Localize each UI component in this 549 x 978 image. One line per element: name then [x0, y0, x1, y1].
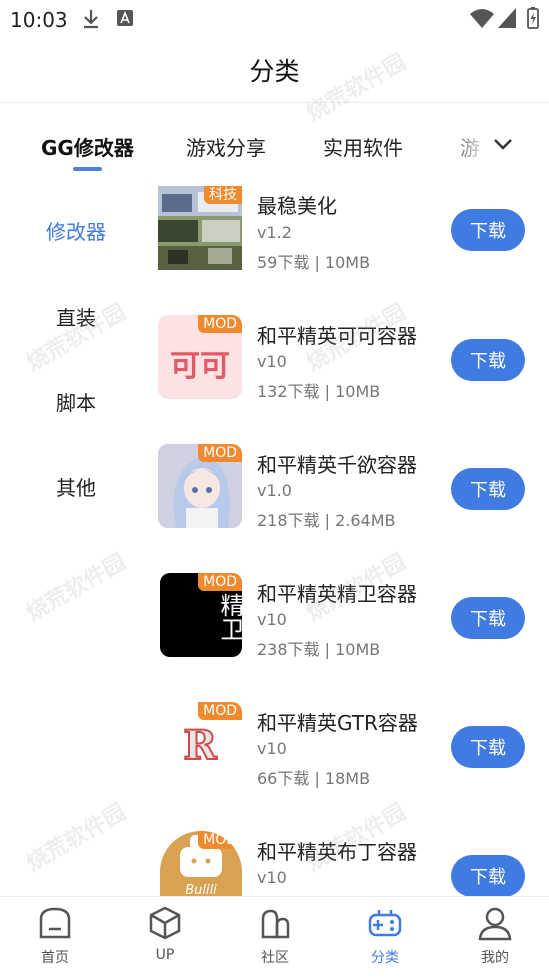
app-version: v10	[257, 868, 287, 887]
app-thumbnail: MOD	[158, 444, 242, 528]
community-icon	[261, 909, 290, 939]
sidebar-item-modifier[interactable]: 修改器	[0, 216, 152, 245]
download-button[interactable]: 下载	[451, 209, 525, 251]
tech-badge: 科技	[204, 186, 242, 204]
nav-community-label: 社区	[261, 950, 289, 966]
mod-badge: MOD	[198, 444, 242, 462]
app-name: 和平精英精卫容器	[257, 582, 417, 606]
nav-mine-label: 我的	[481, 950, 509, 966]
download-button[interactable]: 下载	[451, 597, 525, 639]
app-version: v10	[257, 352, 287, 371]
download-button[interactable]: 下载	[451, 468, 525, 510]
signal-icon	[498, 8, 516, 28]
sidebar-item-other[interactable]: 其他	[0, 472, 152, 501]
app-thumbnail: 科技	[158, 186, 242, 270]
app-stats: 218下载 | 2.64MB	[257, 511, 396, 530]
nav-community[interactable]: 社区	[220, 897, 330, 978]
status-bar: 10:03	[0, 0, 549, 38]
sidebar-item-direct-install[interactable]: 直装	[0, 302, 152, 331]
download-icon	[84, 10, 98, 29]
buding-logo: Bulili	[185, 883, 217, 896]
home-icon	[39, 907, 71, 939]
battery-icon	[527, 7, 539, 29]
app-version: v10	[257, 739, 287, 758]
tab-utility-software[interactable]: 实用软件	[323, 132, 403, 161]
list-item[interactable]: 精卫 MOD 和平精英精卫容器 v10 238下载 | 10MB 下载	[152, 573, 549, 683]
tabs-fade	[440, 118, 490, 176]
keke-logo: 可可	[170, 349, 230, 384]
app-stats: 66下载 | 18MB	[257, 769, 371, 788]
bottom-nav: 首页 UP 社区 分类 我的	[0, 896, 549, 978]
app-version: v1.2	[257, 223, 292, 242]
mod-badge: MOD	[198, 831, 242, 849]
nav-up[interactable]: UP	[110, 897, 220, 978]
app-list: 科技 最稳美化 v1.2 59下载 | 10MB 下载 可可 MOD 和平精英可…	[152, 186, 549, 896]
download-button[interactable]: 下载	[451, 339, 525, 381]
nav-mine[interactable]: 我的	[440, 897, 549, 978]
mod-badge: MOD	[198, 702, 242, 720]
download-button[interactable]: 下载	[451, 726, 525, 768]
sidebar-item-script[interactable]: 脚本	[0, 387, 152, 416]
app-stats: 132下载 | 10MB	[257, 382, 381, 401]
gamepad-icon	[368, 910, 402, 937]
list-item[interactable]: 科技 最稳美化 v1.2 59下载 | 10MB 下载	[152, 186, 549, 296]
list-item[interactable]: 可可 MOD 和平精英可可容器 v10 132下载 | 10MB 下载	[152, 315, 549, 425]
list-item[interactable]: MOD 和平精英千欲容器 v1.0 218下载 | 2.64MB 下载	[152, 444, 549, 554]
mod-badge: MOD	[198, 315, 242, 333]
list-item[interactable]: R MOD 和平精英GTR容器 v10 66下载 | 18MB 下载	[152, 702, 549, 812]
sidebar: 修改器 直装 脚本 其他	[0, 186, 152, 896]
chevron-down-icon[interactable]	[492, 136, 514, 152]
nav-category-label: 分类	[371, 950, 399, 966]
page-title: 分类	[249, 57, 300, 86]
nav-category[interactable]: 分类	[330, 897, 440, 978]
app-name: 和平精英GTR容器	[257, 711, 418, 735]
jingwei-logo: 精卫	[216, 593, 242, 641]
download-button[interactable]: 下载	[451, 855, 525, 896]
cube-icon	[149, 906, 181, 940]
status-time: 10:03	[10, 8, 68, 32]
app-name: 和平精英千欲容器	[257, 453, 417, 477]
app-name: 最稳美化	[257, 194, 337, 218]
gtr-logo: R	[182, 721, 217, 770]
app-stats: 238下载 | 10MB	[257, 640, 381, 659]
nav-home-label: 首页	[41, 950, 69, 966]
app-thumbnail: 精卫 MOD	[160, 573, 242, 657]
app-version: v1.0	[257, 481, 292, 500]
app-thumbnail: 可可 MOD	[158, 315, 242, 399]
app-name: 和平精英布丁容器	[257, 840, 417, 864]
app-name: 和平精英可可容器	[257, 324, 417, 348]
tab-game-share[interactable]: 游戏分享	[186, 132, 266, 161]
mod-badge: MOD	[198, 573, 242, 591]
tab-gg-modifier[interactable]: GG修改器	[41, 132, 134, 161]
nav-home[interactable]: 首页	[0, 897, 110, 978]
app-thumbnail: Bulili MOD	[160, 831, 242, 896]
app-notification-icon	[117, 10, 133, 26]
app-thumbnail: R MOD	[158, 702, 242, 786]
app-version: v10	[257, 610, 287, 629]
nav-up-label: UP	[155, 947, 175, 963]
active-tab-indicator	[73, 167, 102, 171]
wifi-icon	[470, 9, 494, 28]
user-icon	[478, 907, 512, 941]
list-item[interactable]: Bulili MOD 和平精英布丁容器 v10 下载	[152, 831, 549, 896]
title-bar: 分类	[0, 38, 549, 103]
app-stats: 59下载 | 10MB	[257, 253, 371, 272]
